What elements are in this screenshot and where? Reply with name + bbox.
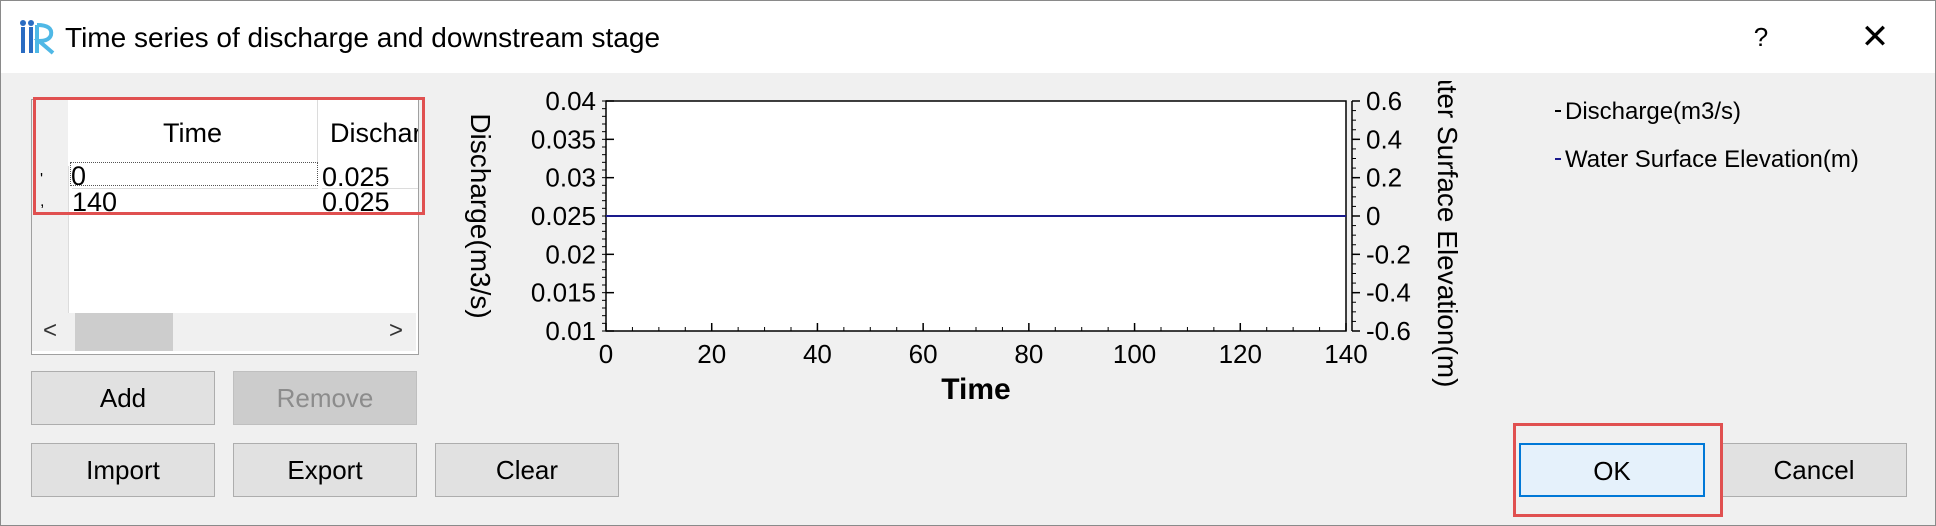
x-tick-label: 0 (599, 339, 613, 369)
x-tick-label: 100 (1113, 339, 1156, 369)
title-bar: Time series of discharge and downstream … (1, 1, 1935, 73)
y-left-axis-label: Discharge(m3/s) (465, 113, 496, 318)
scroll-right-arrow-icon[interactable]: > (381, 315, 411, 347)
y-right-tick-label: 0.2 (1366, 163, 1402, 193)
iric-logo-icon (20, 20, 55, 55)
y-right-tick-label: 0.6 (1366, 86, 1402, 116)
x-tick-label: 140 (1324, 339, 1367, 369)
window-title: Time series of discharge and downstream … (65, 22, 661, 53)
x-tick-label: 40 (803, 339, 832, 369)
cancel-button[interactable]: Cancel (1721, 443, 1907, 497)
legend-label-1: Water Surface Elevation(m) (1565, 146, 1859, 173)
table-highlight-box (33, 97, 425, 215)
y-left-tick-label: 0.015 (531, 278, 596, 308)
scroll-left-arrow-icon[interactable]: < (35, 315, 65, 347)
help-button[interactable]: ? (1739, 15, 1783, 59)
import-button[interactable]: Import (31, 443, 215, 497)
y-left-tick-label: 0.03 (545, 163, 596, 193)
x-tick-label: 60 (909, 339, 938, 369)
dialog-window: Time series of discharge and downstream … (0, 0, 1936, 526)
legend-label-0: Discharge(m3/s) (1565, 98, 1741, 125)
y-left-tick-label: 0.035 (531, 124, 596, 154)
x-tick-label: 80 (1014, 339, 1043, 369)
y-right-axis-label: Water Surface Elevation(m) (1432, 81, 1463, 387)
y-right-tick-label: -0.4 (1366, 278, 1411, 308)
x-axis-label: Time (941, 373, 1010, 406)
remove-button[interactable]: Remove (233, 371, 417, 425)
y-left-tick-label: 0.025 (531, 201, 596, 231)
close-button[interactable]: ✕ (1847, 15, 1903, 59)
clear-button[interactable]: Clear (435, 443, 619, 497)
y-right-tick-label: 0 (1366, 201, 1380, 231)
export-button[interactable]: Export (233, 443, 417, 497)
time-series-chart: 0 20 40 60 80 100 120 140 0.01 0.015 0.02 0.025 0.03… (465, 81, 1859, 406)
y-left-tick-label: 0.01 (545, 316, 596, 346)
x-tick-label: 20 (697, 339, 726, 369)
y-left-tick-label: 0.04 (545, 86, 596, 116)
y-right-tick-label: 0.4 (1366, 124, 1402, 154)
scrollbar-thumb[interactable] (75, 313, 173, 351)
ok-highlight-box (1513, 423, 1723, 517)
y-left-tick-label: 0.02 (545, 239, 596, 269)
y-right-tick-label: -0.2 (1366, 239, 1411, 269)
add-button[interactable]: Add (31, 371, 215, 425)
y-right-tick-label: -0.6 (1366, 316, 1411, 346)
x-tick-label: 120 (1219, 339, 1262, 369)
